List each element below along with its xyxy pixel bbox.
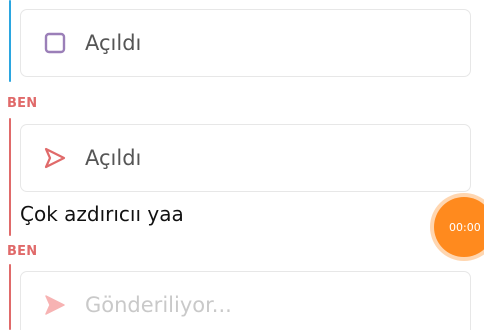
snap-status-label: Gönderiliyor... xyxy=(85,293,232,317)
sender-label: BEN xyxy=(7,244,38,259)
chat-thread: Açıldı BEN Açıldı Çok azdırıcıı yaa BEN … xyxy=(0,0,484,330)
send-arrow-filled-icon xyxy=(43,293,67,317)
timer-label: 00:00 xyxy=(449,220,481,234)
snap-status-label: Açıldı xyxy=(85,31,142,55)
chat-message-text: Çok azdırıcıı yaa xyxy=(20,202,184,226)
sent-thread-bar xyxy=(9,118,11,236)
sent-thread-bar xyxy=(9,264,11,330)
received-snap-opened[interactable]: Açıldı xyxy=(20,9,471,77)
send-arrow-outline-icon xyxy=(43,146,67,170)
sender-label: BEN xyxy=(7,96,38,111)
recording-timer-button[interactable]: 00:00 xyxy=(434,197,484,257)
sent-snap-opened[interactable]: Açıldı xyxy=(20,124,471,192)
snap-status-label: Açıldı xyxy=(85,146,142,170)
sending-snap[interactable]: Gönderiliyor... xyxy=(20,271,471,330)
square-outline-icon xyxy=(43,31,67,55)
received-thread-bar xyxy=(9,0,11,82)
